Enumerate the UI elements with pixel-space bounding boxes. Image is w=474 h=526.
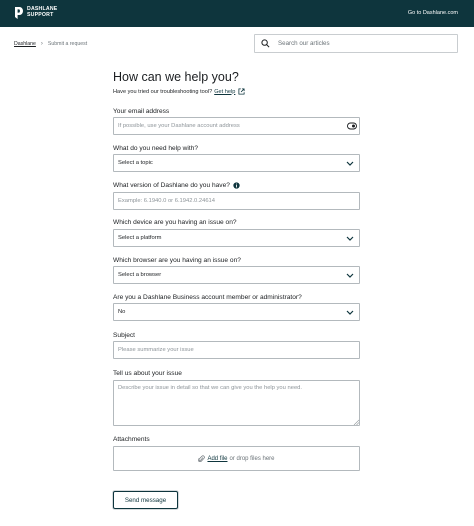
search-icon (261, 39, 270, 48)
logo-text: DASHLANE SUPPORT (27, 6, 58, 18)
business-select-value: No (118, 309, 126, 315)
search-box[interactable] (254, 34, 458, 53)
paperclip-icon (198, 454, 206, 462)
device-select[interactable]: Select a platform (113, 229, 360, 247)
page-title: How can we help you? (113, 70, 239, 84)
device-select-value: Select a platform (118, 235, 162, 241)
topic-select-value: Select a topic (118, 160, 153, 166)
breadcrumb-current: Submit a request (47, 41, 88, 47)
chevron-right-icon: › (40, 41, 43, 47)
browser-label: Which browser are you having an issue on… (113, 257, 241, 264)
top-bar: DASHLANE SUPPORT Go to Dashlane.com (0, 0, 474, 27)
external-link-icon[interactable] (238, 88, 245, 95)
breadcrumb: Dashlane › Submit a request (14, 41, 87, 47)
attachments-label: Attachments (113, 436, 150, 443)
info-icon[interactable] (233, 182, 240, 189)
description-textarea[interactable] (113, 380, 360, 426)
email-label: Your email address (113, 108, 170, 115)
dashlane-logo-icon (15, 7, 23, 19)
go-to-dashlane-link[interactable]: Go to Dashlane.com (408, 10, 458, 16)
chevron-down-icon (346, 273, 354, 278)
troubleshooting-hint: Have you tried our troubleshooting tool?… (113, 88, 361, 95)
password-manager-key-icon[interactable] (347, 122, 357, 130)
search-input[interactable] (278, 40, 448, 47)
dashlane-support-logo[interactable]: DASHLANE SUPPORT (14, 6, 57, 20)
attachments-dropzone[interactable]: Add file or drop files here (113, 446, 360, 471)
topic-select[interactable]: Select a topic (113, 154, 360, 172)
chevron-down-icon (346, 161, 354, 166)
chevron-down-icon (346, 236, 354, 241)
get-help-link[interactable]: Get help (214, 89, 235, 95)
resize-handle-icon[interactable] (353, 419, 359, 425)
device-label: Which device are you having an issue on? (113, 219, 237, 226)
drop-files-text: or drop files here (229, 455, 275, 462)
chevron-down-icon (346, 310, 354, 315)
request-form-header: How can we help you? Have you tried our … (113, 70, 361, 95)
business-select[interactable]: No (113, 303, 360, 321)
breadcrumb-home-link[interactable]: Dashlane (14, 41, 36, 47)
send-message-button[interactable]: Send message (113, 491, 178, 509)
browser-select[interactable]: Select a browser (113, 266, 360, 284)
troubleshooting-text: Have you tried our troubleshooting tool? (113, 88, 213, 95)
subject-field[interactable] (113, 341, 360, 359)
email-field[interactable] (113, 117, 360, 135)
business-label: Are you a Dashlane Business account memb… (113, 294, 302, 301)
browser-select-value: Select a browser (118, 272, 162, 278)
subject-label: Subject (113, 332, 135, 339)
version-label: What version of Dashlane do you have? (113, 182, 240, 189)
description-label: Tell us about your issue (113, 370, 182, 377)
version-field[interactable] (113, 192, 360, 210)
topic-label: What do you need help with? (113, 145, 199, 152)
add-file-link[interactable]: Add file (207, 456, 227, 462)
